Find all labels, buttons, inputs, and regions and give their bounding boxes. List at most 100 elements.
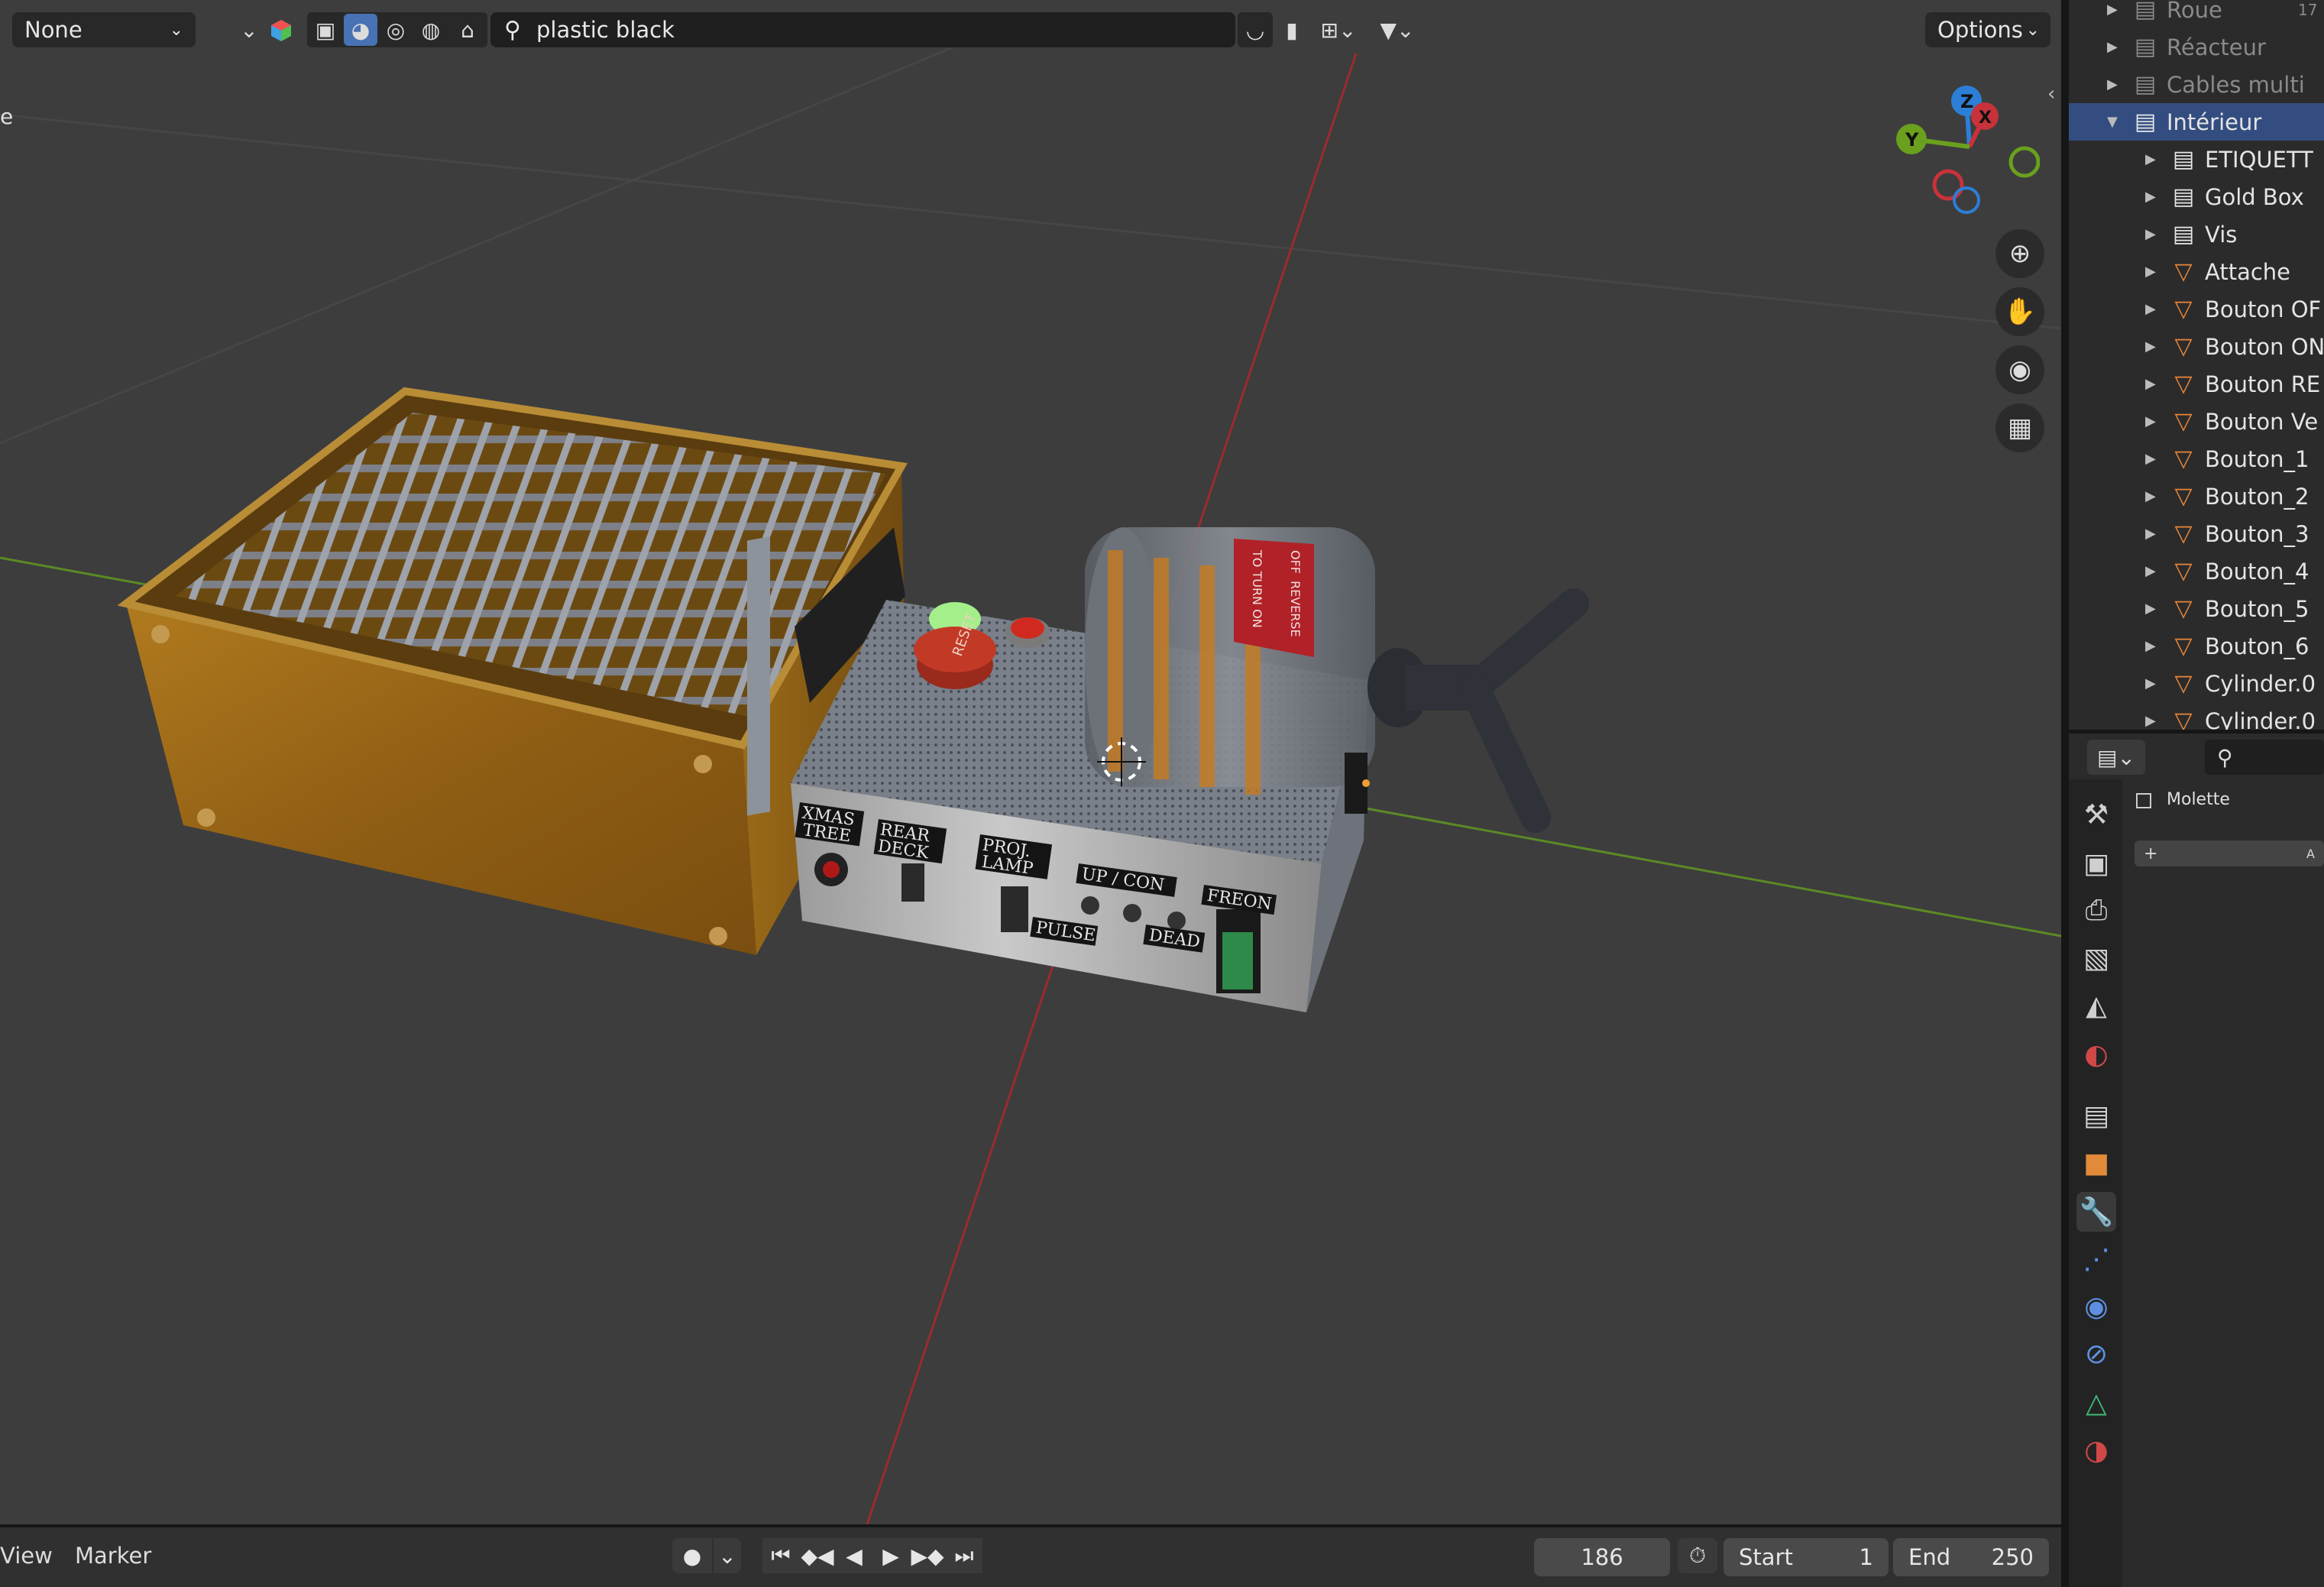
outliner-item-label: Bouton ON — [2205, 333, 2324, 360]
collapse-arrow-icon[interactable]: ▶ — [2145, 376, 2156, 392]
particles-icon[interactable]: ⋰ — [2076, 1239, 2116, 1279]
overlay-icon[interactable]: ◡ — [1238, 12, 1273, 47]
outliner-row[interactable]: ▶ ▽ Bouton_3 — [2069, 515, 2324, 552]
outliner-row[interactable]: ▶ ▤ Roue 17 — [2069, 0, 2324, 28]
color-cube-icon[interactable] — [264, 14, 298, 47]
collapse-arrow-icon[interactable]: ▶ — [2145, 151, 2156, 167]
view-layer-icon[interactable]: ▧ — [2076, 938, 2116, 978]
expand-arrow-icon[interactable]: ▼ — [2107, 114, 2118, 130]
rendered-shading-icon[interactable]: ◍ — [414, 14, 448, 46]
scene-icon[interactable]: ◭ — [2076, 986, 2116, 1025]
solid-shading-icon[interactable]: ◕ — [344, 14, 377, 46]
outliner-item-label: Bouton Ve — [2205, 408, 2319, 435]
stopwatch-icon[interactable]: ⏱ — [1678, 1538, 1717, 1573]
play-icon[interactable]: ▶ — [872, 1538, 909, 1573]
add-modifier-button[interactable]: + A — [2135, 840, 2324, 866]
end-frame-field[interactable]: End 250 — [1893, 1538, 2049, 1576]
camera-icon[interactable]: ◉ — [1995, 345, 2044, 394]
tool-icon[interactable]: ⚒ — [2076, 795, 2116, 834]
chevron-down-icon[interactable]: ⌄ — [714, 1538, 741, 1573]
collapse-arrow-icon[interactable]: ▶ — [2107, 2, 2118, 18]
properties-search-input[interactable]: ⚲ — [2205, 740, 2324, 775]
collapse-arrow-icon[interactable]: ▶ — [2145, 563, 2156, 579]
outliner-row[interactable]: ▶ ▽ Bouton Ve — [2069, 403, 2324, 440]
outliner-row[interactable]: ▶ ▽ Bouton_2 — [2069, 478, 2324, 515]
physics-icon[interactable]: ◉ — [2076, 1287, 2116, 1326]
object-icon[interactable]: ■ — [2076, 1143, 2116, 1183]
collapse-arrow-icon[interactable]: ▶ — [2107, 76, 2118, 92]
collapse-arrow-icon[interactable]: ▶ — [2145, 226, 2156, 242]
current-frame-field[interactable]: 186 — [1534, 1538, 1670, 1576]
texture-paint-icon[interactable]: ⌂ — [451, 14, 484, 46]
collapse-arrow-icon[interactable]: ▶ — [2145, 601, 2156, 617]
world-icon[interactable]: ◐ — [2076, 1035, 2116, 1074]
outliner-row[interactable]: ▶ ▤ Vis — [2069, 215, 2324, 253]
material-preview-icon[interactable]: ◎ — [379, 14, 413, 46]
outliner-row[interactable]: ▶ ▤ Gold Box — [2069, 178, 2324, 215]
outliner-row[interactable]: ▶ ▤ Réacteur — [2069, 28, 2324, 66]
outliner-item-label: Bouton_2 — [2205, 483, 2309, 510]
prev-keyframe-icon[interactable]: ◆◀ — [799, 1538, 836, 1573]
collapse-arrow-icon[interactable]: ▶ — [2107, 39, 2118, 55]
collapse-arrow-icon[interactable]: ▶ — [2145, 301, 2156, 317]
modifier-icon[interactable]: 🔧 — [2076, 1192, 2116, 1232]
collapse-arrow-icon[interactable]: ▶ — [2145, 713, 2156, 729]
render-icon[interactable]: ▣ — [2076, 844, 2116, 883]
next-keyframe-icon[interactable]: ▶◆ — [909, 1538, 946, 1573]
editor-type-icon[interactable]: ▤⌄ — [2087, 740, 2145, 775]
collapse-arrow-icon[interactable]: ▶ — [2145, 338, 2156, 355]
collapse-arrow-icon[interactable]: ▶ — [2145, 413, 2156, 429]
collection-icon[interactable]: ▤ — [2076, 1096, 2116, 1135]
start-frame-field[interactable]: Start 1 — [1724, 1538, 1889, 1576]
jump-start-icon[interactable]: ⏮ — [762, 1538, 799, 1573]
collapse-arrow-icon[interactable]: ▶ — [2145, 264, 2156, 280]
outliner-row[interactable]: ▶ ▽ Bouton_6 — [2069, 627, 2324, 665]
outliner-row[interactable]: ▶ ▽ Bouton_5 — [2069, 590, 2324, 627]
material-icon[interactable]: ◑ — [2076, 1430, 2116, 1470]
navigation-gizmo[interactable]: Z X Y — [1887, 76, 2040, 229]
outliner[interactable]: ▶ ▤ Roue 17 ▶ ▤ Réacteur ▶ ▤ Cables multi ▼ ▤ Intéri… — [2069, 0, 2324, 730]
collapse-arrow-icon[interactable]: ‹ — [2047, 83, 2055, 105]
mode-select[interactable]: None ⌄ — [12, 12, 196, 47]
outliner-row[interactable]: ▶ ▽ Attache — [2069, 253, 2324, 290]
hierarchy-icon[interactable]: ⊞⌄ — [1311, 12, 1366, 47]
outliner-row[interactable]: ▶ ▽ Bouton RE — [2069, 365, 2324, 403]
3d-viewport[interactable]: XMAS TREE REAR DECK PROJ. LAMP UP / CON … — [0, 0, 2061, 1524]
record-icon[interactable]: ● — [672, 1538, 712, 1573]
area-divider[interactable] — [2061, 0, 2069, 1587]
outliner-row[interactable]: ▶ ▽ Bouton OF — [2069, 290, 2324, 328]
outliner-row[interactable]: ▶ ▤ Cables multi — [2069, 66, 2324, 103]
chevron-down-icon[interactable]: ⌄ — [234, 12, 264, 47]
outliner-row[interactable]: ▶ ▽ Cylinder.0 — [2069, 665, 2324, 702]
collection-icon: ▤ — [2134, 71, 2157, 98]
data-icon[interactable]: △ — [2076, 1383, 2116, 1423]
collapse-arrow-icon[interactable]: ▶ — [2145, 638, 2156, 654]
collapse-arrow-icon[interactable]: ▶ — [2145, 488, 2156, 504]
collapse-arrow-icon[interactable]: ▶ — [2145, 675, 2156, 691]
outliner-item-label: Attache — [2205, 258, 2291, 285]
collapse-arrow-icon[interactable]: ▶ — [2145, 526, 2156, 542]
collapse-arrow-icon[interactable]: ▶ — [2145, 189, 2156, 205]
outliner-row[interactable]: ▶ ▽ Cylinder.0 — [2069, 702, 2324, 730]
play-reverse-icon[interactable]: ◀ — [836, 1538, 872, 1573]
zoom-icon[interactable]: ⊕ — [1995, 229, 2044, 278]
outliner-row[interactable]: ▶ ▽ Bouton_4 — [2069, 552, 2324, 590]
outliner-row[interactable]: ▶ ▽ Bouton ON — [2069, 328, 2324, 365]
outliner-row[interactable]: ▶ ▤ ETIQUETT — [2069, 141, 2324, 178]
output-icon[interactable]: ⎙ — [2076, 891, 2116, 931]
mesh-icon: ▽ — [2174, 595, 2193, 622]
options-dropdown[interactable]: Options ⌄ — [1925, 12, 2050, 47]
search-input[interactable]: ⚲ plastic black — [490, 12, 1235, 47]
outliner-row[interactable]: ▶ ▽ Bouton_1 — [2069, 440, 2324, 478]
bookmark-icon[interactable]: ▮ — [1274, 12, 1309, 47]
jump-end-icon[interactable]: ⏭ — [946, 1538, 982, 1573]
menu-marker[interactable]: Marker — [75, 1543, 151, 1569]
filter-icon[interactable]: ▼⌄ — [1368, 12, 1427, 47]
wireframe-shading-icon[interactable]: ▣ — [309, 14, 342, 46]
collapse-arrow-icon[interactable]: ▶ — [2145, 451, 2156, 467]
grid-perspective-icon[interactable]: ▦ — [1995, 403, 2044, 452]
constraints-icon[interactable]: ⊘ — [2076, 1334, 2116, 1374]
outliner-row[interactable]: ▼ ▤ Intérieur — [2069, 103, 2324, 141]
menu-view[interactable]: View — [0, 1543, 53, 1569]
hand-pan-icon[interactable]: ✋ — [1995, 287, 2044, 336]
